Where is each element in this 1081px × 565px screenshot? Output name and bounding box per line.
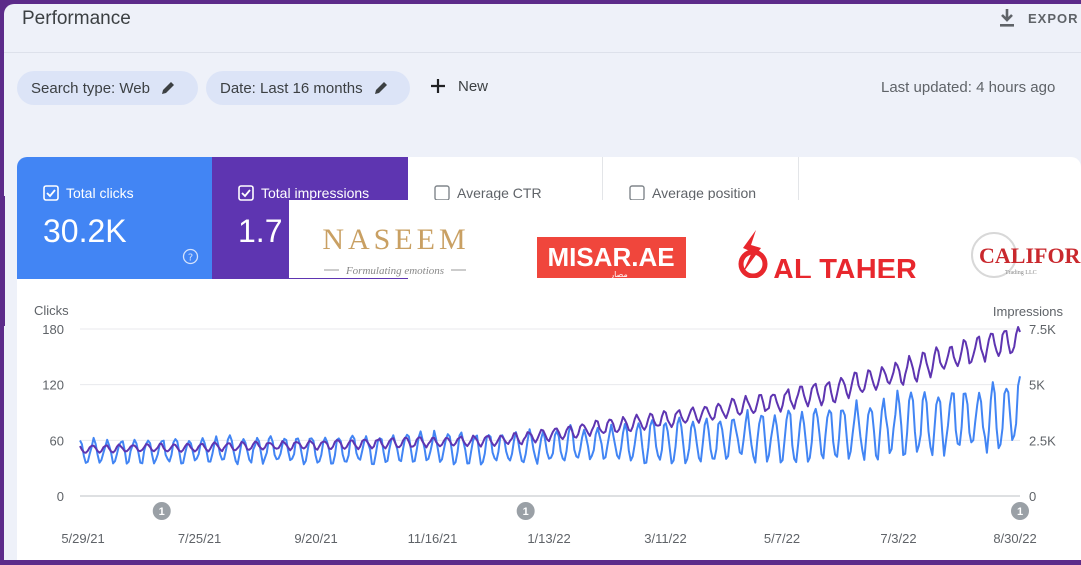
annotation-label: 1 <box>159 506 165 518</box>
checkbox-empty-icon[interactable] <box>434 185 450 201</box>
annotation-label: 1 <box>523 506 529 518</box>
search-type-chip[interactable]: Search type: Web <box>17 71 198 105</box>
california-logo: CALIFOR Trading LLC <box>971 232 1081 278</box>
page-title: Performance <box>22 8 131 29</box>
last-updated: Last updated: 4 hours ago <box>881 79 1056 96</box>
date-chip[interactable]: Date: Last 16 months <box>206 71 410 105</box>
svg-text:NASEEM: NASEEM <box>322 223 469 256</box>
svg-text:مصار: مصار <box>609 270 628 278</box>
left-edge <box>0 196 5 326</box>
y-axis-label-left: Clicks <box>34 303 69 318</box>
metric-value: 30.2K <box>43 213 127 249</box>
x-tick: 7/3/22 <box>880 531 916 546</box>
help-icon[interactable]: ? <box>182 248 199 265</box>
svg-text:Formulating emotions: Formulating emotions <box>345 265 444 277</box>
y-tick-left: 0 <box>57 489 64 504</box>
svg-text:AL TAHER: AL TAHER <box>773 254 917 278</box>
svg-text:Trading LLC: Trading LLC <box>1005 270 1037 276</box>
y-tick-right: 2.5K <box>1029 433 1056 448</box>
download-icon <box>1000 9 1014 27</box>
date-label: Date: Last 16 months <box>220 79 363 97</box>
altaher-logo: AL TAHER <box>738 230 917 286</box>
naseem-logo: NASEEM Formulating emotions <box>322 223 469 277</box>
plus-icon <box>431 79 445 93</box>
header-divider <box>4 52 1081 53</box>
search-type-label: Search type: Web <box>31 79 150 97</box>
x-tick: 8/30/22 <box>993 531 1036 546</box>
misar-logo: MISAR.AE مصار <box>537 237 686 279</box>
x-tick: 9/20/21 <box>294 531 337 546</box>
new-label: New <box>458 77 489 95</box>
y-tick-right: 7.5K <box>1029 322 1056 337</box>
export-button[interactable]: EXPOR <box>998 8 1079 28</box>
x-tick: 7/25/21 <box>178 531 221 546</box>
checkbox-checked-icon[interactable] <box>43 185 59 201</box>
performance-chart: 180 7.5K 120 5K 60 2.5K 0 0 Clicks Impressions 5/2… <box>17 279 1081 560</box>
metric-label: Total clicks <box>66 185 134 201</box>
y-tick-left: 120 <box>42 378 64 393</box>
x-tick: 3/11/22 <box>644 531 686 546</box>
new-filter-button[interactable]: New <box>428 76 488 96</box>
chart-svg: 180 7.5K 120 5K 60 2.5K 0 0 Clicks Impressions 5/2… <box>34 303 1064 546</box>
svg-text:MISAR.AE: MISAR.AE <box>547 242 674 272</box>
metric-divider <box>798 157 799 202</box>
svg-text:CALIFOR: CALIFOR <box>979 243 1081 268</box>
x-tick: 5/7/22 <box>764 531 800 546</box>
x-tick: 5/29/21 <box>61 531 104 546</box>
metric-total-clicks[interactable]: Total clicks 30.2K ? <box>17 157 212 279</box>
metric-label: Average position <box>652 185 757 201</box>
svg-text:?: ? <box>188 253 193 264</box>
x-tick: 1/13/22 <box>527 531 570 546</box>
metric-value: 1.7 <box>238 213 283 249</box>
export-label: EXPOR <box>1028 10 1079 26</box>
y-tick-left: 180 <box>42 322 64 337</box>
y-tick-right: 5K <box>1029 378 1045 393</box>
metric-label: Total impressions <box>261 185 370 201</box>
edit-icon <box>161 82 174 94</box>
checkbox-checked-icon[interactable] <box>238 185 254 201</box>
checkbox-empty-icon[interactable] <box>629 185 645 201</box>
y-tick-right: 0 <box>1029 489 1036 504</box>
x-tick: 11/16/21 <box>408 531 458 546</box>
metric-label: Average CTR <box>457 185 542 201</box>
y-axis-label-right: Impressions <box>993 304 1064 319</box>
y-tick-left: 60 <box>50 433 64 448</box>
client-logos-banner: NASEEM Formulating emotions MISAR.AE مصا… <box>289 200 1081 286</box>
edit-icon <box>374 82 387 94</box>
annotation-label: 1 <box>1017 506 1023 518</box>
